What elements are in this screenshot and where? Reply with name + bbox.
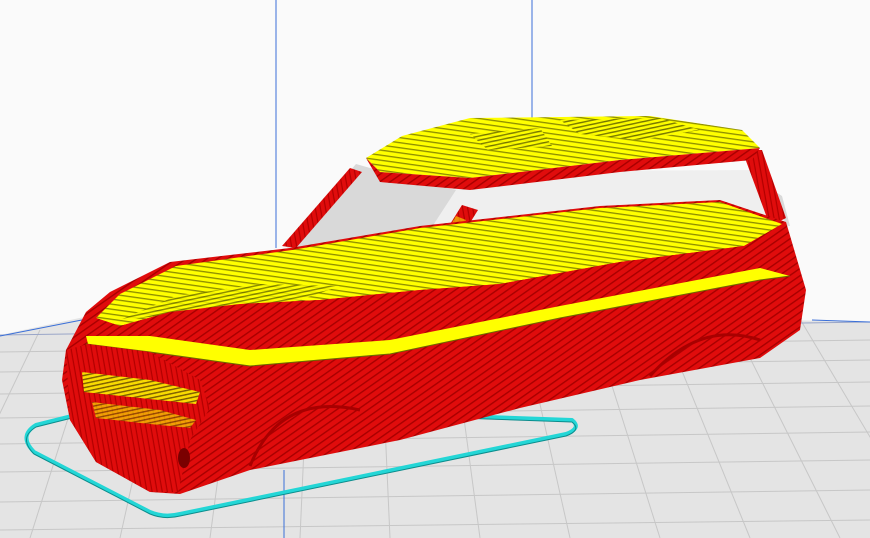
- layer-view-scene[interactable]: [0, 0, 870, 538]
- 3d-viewport[interactable]: [0, 0, 870, 538]
- fog-light: [178, 448, 190, 468]
